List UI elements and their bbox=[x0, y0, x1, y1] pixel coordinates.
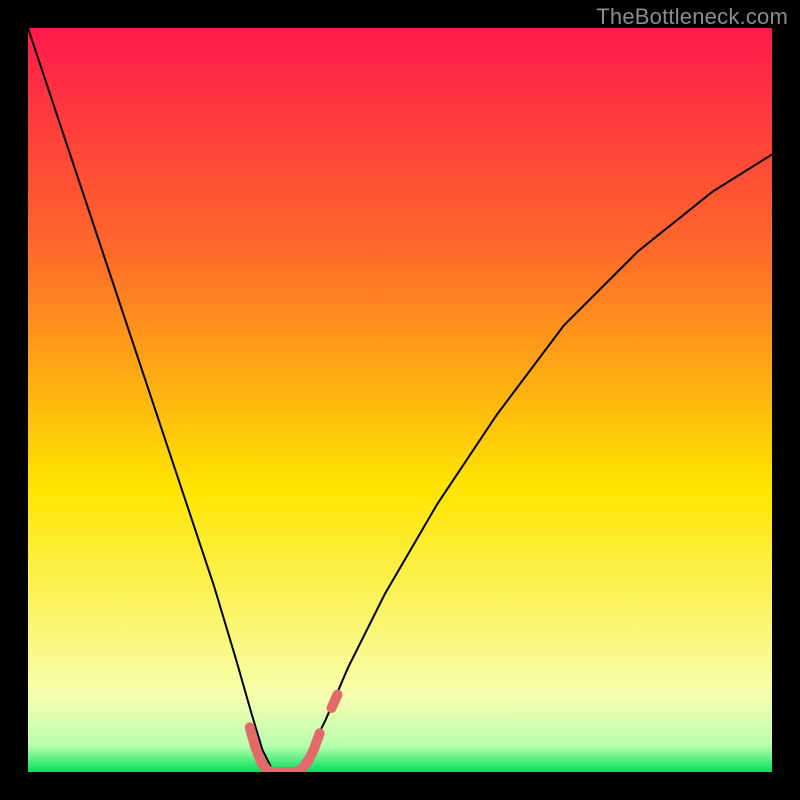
plot-area bbox=[28, 28, 772, 772]
chart-container: TheBottleneck.com bbox=[0, 0, 800, 800]
watermark-text: TheBottleneck.com bbox=[596, 4, 788, 30]
series-optimal-marker-dot bbox=[332, 695, 338, 708]
background-gradient bbox=[28, 28, 772, 772]
chart-svg bbox=[28, 28, 772, 772]
